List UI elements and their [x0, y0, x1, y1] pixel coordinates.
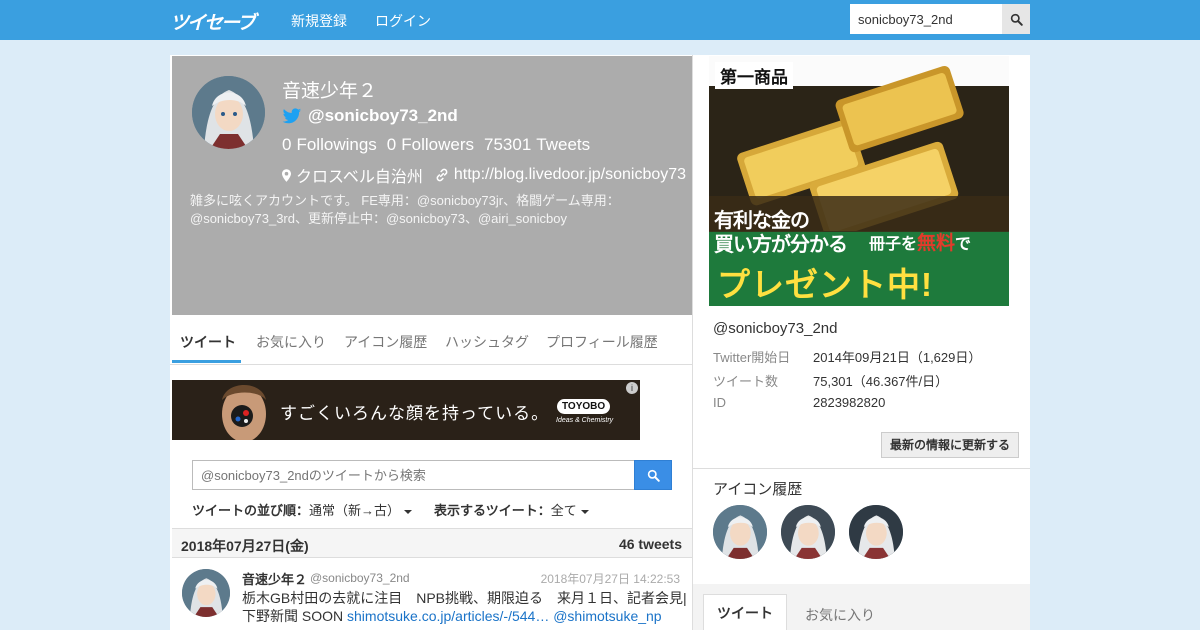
tweet-mention[interactable]: @shimotsuke_np	[553, 608, 661, 624]
side-ad[interactable]: 第一商品 有利な金の 買い方が分かる 冊子を無料で プレゼント中!	[709, 56, 1009, 306]
side-row-label: ID	[713, 395, 726, 410]
filter-label: 表示するツイート：	[434, 503, 551, 518]
ad-brand: TOYOBO	[557, 399, 611, 414]
tweets-stat[interactable]: 75301 Tweets	[484, 135, 590, 155]
right-column: 第一商品 有利な金の 買い方が分かる 冊子を無料で プレゼント中! @sonic…	[693, 55, 1030, 630]
side-ad-line3: 冊子を無料で	[869, 228, 971, 255]
followings-label: Followings	[296, 135, 377, 154]
tab-hashtags[interactable]: ハッシュタグ	[445, 332, 529, 352]
divider	[693, 468, 1030, 469]
chevron-down-icon	[404, 509, 413, 514]
side-row-label: ツイート数	[713, 374, 779, 389]
tweet-author-screen-name[interactable]: @sonicboy73_2nd	[310, 571, 410, 585]
navbar: ツイセーブ 新規登録 ログイン	[0, 0, 1200, 40]
side-ad-line3-c: で	[955, 236, 972, 253]
profile-url[interactable]: http://blog.livedoor.jp/sonicboy73	[435, 166, 686, 184]
sort-order-dropdown[interactable]: ツイートの並び順：通常（新→古）	[192, 500, 413, 519]
ad-info-icon[interactable]: i	[626, 382, 638, 394]
update-info-button[interactable]: 最新の情報に更新する	[881, 432, 1019, 458]
tweet-text: 栃木GB村田の去就に注目 NPB挑戦、期限迫る 来月１日、記者会見|下野新聞 S…	[242, 589, 687, 625]
side-row-value: 2014年09月21日（1,629日）	[813, 350, 982, 365]
profile-stats: 0 Followings 0 Followers 75301 Tweets	[282, 135, 590, 155]
profile-tabs: ツイート お気に入り アイコン履歴 ハッシュタグ プロフィール履歴	[170, 315, 692, 365]
tab-favorites[interactable]: お気に入り	[256, 332, 326, 352]
history-icon-3[interactable]	[849, 505, 903, 559]
day-header: 2018年07月27日(金) 46 tweets	[172, 528, 692, 558]
side-ad-line3-b: 無料	[917, 233, 956, 254]
location: クロスベル自治州	[282, 163, 423, 187]
side-row-value: 75,301（46.367件/日）	[813, 374, 949, 389]
icon-history-title: アイコン履歴	[713, 481, 803, 498]
followers-label: Followers	[401, 135, 474, 154]
header-search	[850, 4, 1030, 34]
side-ad-line2: 買い方が分かる	[714, 234, 848, 256]
profile-meta: クロスベル自治州 http://blog.livedoor.jp/sonicbo…	[282, 163, 686, 187]
search-icon	[1010, 13, 1023, 26]
login-link[interactable]: ログイン	[375, 11, 431, 31]
tab-tweets[interactable]: ツイート	[180, 332, 236, 352]
chevron-down-icon	[580, 509, 589, 514]
history-icon-2[interactable]	[781, 505, 835, 559]
profile-screen-name[interactable]: @sonicboy73_2nd	[282, 106, 458, 126]
tab-profile-history[interactable]: プロフィール履歴	[546, 332, 658, 352]
filter-dropdown[interactable]: 表示するツイート：全て	[434, 500, 589, 519]
header-search-input[interactable]	[850, 4, 1002, 34]
ad-banner[interactable]: すごくいろんな顔を持っている。 TOYOBO Ideas & Chemistry…	[172, 380, 640, 440]
ad-banner-text: すごくいろんな顔を持っている。	[280, 404, 550, 423]
ad-tagline: Ideas & Chemistry	[556, 417, 614, 424]
avatar	[192, 76, 265, 149]
site-logo[interactable]: ツイセーブ	[170, 8, 268, 34]
tweet-item: 音速少年２ @sonicboy73_2nd 2018年07月27日 14:22:…	[172, 559, 692, 630]
day-date: 2018年07月27日(金)	[181, 538, 309, 554]
tweet-avatar[interactable]	[182, 569, 230, 617]
tweet-search-input[interactable]	[192, 460, 635, 490]
history-icon-1[interactable]	[713, 505, 767, 559]
tweets-label: Tweets	[536, 135, 591, 154]
day-tweet-count: 46 tweets	[618, 536, 682, 552]
screen-name-text: @sonicboy73_2nd	[308, 106, 458, 125]
profile-url-text: http://blog.livedoor.jp/sonicboy73	[453, 166, 687, 183]
side-ad-company: 第一商品	[715, 62, 793, 89]
side-row-label: Twitter開始日	[713, 350, 791, 365]
tweet-search-button[interactable]	[634, 460, 672, 490]
tweet-author-name[interactable]: 音速少年２	[242, 569, 307, 588]
side-tab-tweets[interactable]: ツイート	[703, 594, 787, 630]
tweet-filters: ツイートの並び順：通常（新→古） 表示するツイート：全て	[192, 500, 589, 519]
profile-header: 音速少年２ @sonicboy73_2nd 0 Followings 0 Follo…	[172, 56, 692, 315]
main-container: 音速少年２ @sonicboy73_2nd 0 Followings 0 Follo…	[170, 55, 1030, 630]
tab-icon-history[interactable]: アイコン履歴	[344, 332, 427, 352]
followings-count: 0	[282, 135, 292, 154]
left-column: 音速少年２ @sonicboy73_2nd 0 Followings 0 Follo…	[170, 55, 693, 630]
followings-stat[interactable]: 0 Followings	[282, 135, 377, 155]
side-ad-line4: プレゼント中!	[717, 266, 933, 303]
side-ad-line3-a: 冊子を	[869, 236, 918, 253]
side-row-value: 2823982820	[813, 395, 886, 410]
tweets-count: 75301	[484, 135, 532, 154]
sort-order-value: 通常（新→古）	[309, 503, 401, 518]
active-tab-indicator	[172, 360, 241, 363]
link-icon	[436, 168, 448, 182]
map-marker-icon	[282, 168, 291, 182]
profile-description: 雑多に呟くアカウントです。 FE専用：@sonicboy73jr、格闘ゲーム専用…	[190, 193, 620, 226]
signup-link[interactable]: 新規登録	[291, 11, 347, 31]
side-screen-name: @sonicboy73_2nd	[713, 320, 838, 337]
tweet-link[interactable]: shimotsuke.co.jp/articles/-/544…	[347, 608, 549, 624]
followers-stat[interactable]: 0 Followers	[387, 135, 474, 155]
side-tab-favorites[interactable]: お気に入り	[805, 605, 875, 625]
location-text: クロスベル自治州	[296, 169, 423, 186]
tweet-search	[192, 460, 672, 490]
followers-count: 0	[386, 135, 397, 154]
twitter-bird-icon	[282, 107, 302, 123]
search-icon	[647, 469, 660, 482]
profile-name: 音速少年２	[282, 81, 378, 102]
filter-value: 全て	[550, 503, 577, 518]
tweet-timestamp[interactable]: 2018年07月27日 14:22:53	[541, 570, 680, 587]
header-search-button[interactable]	[1002, 4, 1030, 34]
sort-order-label: ツイートの並び順：	[192, 503, 310, 518]
